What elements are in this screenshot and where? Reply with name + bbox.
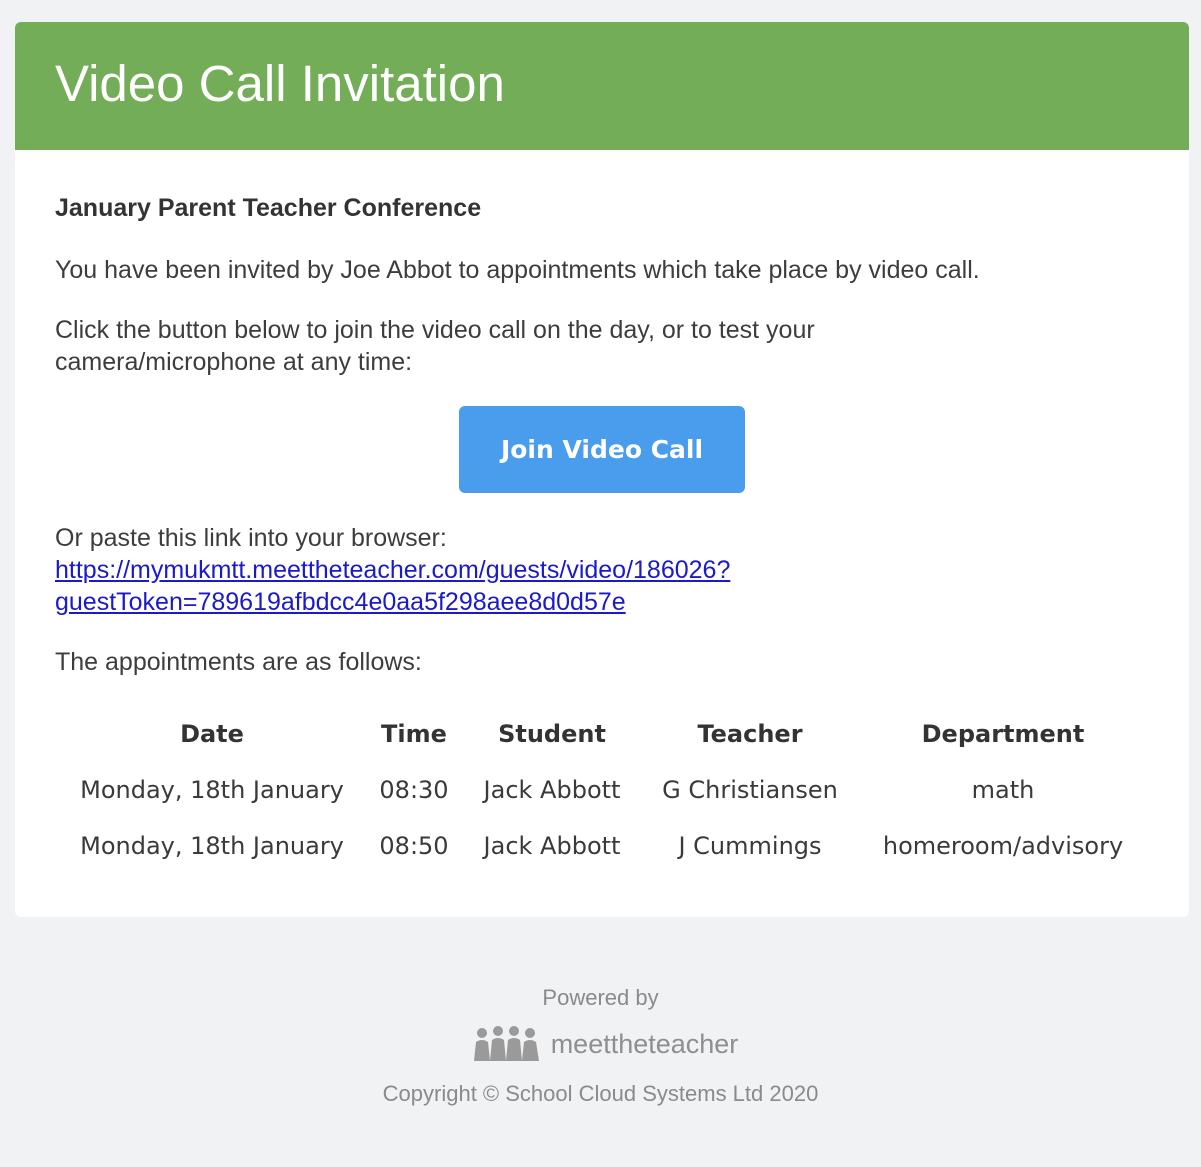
join-video-call-button[interactable]: Join Video Call: [459, 406, 745, 493]
cell-department: math: [971, 776, 1035, 804]
cell-teacher: J Cummings: [678, 832, 822, 860]
header-teacher: Teacher: [697, 720, 803, 748]
header-banner: Video Call Invitation: [15, 22, 1189, 150]
people-group-icon: [473, 1026, 539, 1061]
powered-by-text: Powered by: [542, 985, 659, 1010]
invitation-card: Video Call Invitation January Parent Tea…: [15, 22, 1189, 917]
cell-student: Jack Abbott: [483, 832, 621, 860]
invite-text: You have been invited by Joe Abbot to ap…: [55, 256, 980, 284]
appointments-intro: The appointments are as follows:: [55, 648, 422, 676]
event-title: January Parent Teacher Conference: [55, 194, 482, 222]
copyright-text: Copyright © School Cloud Systems Ltd 202…: [382, 1081, 819, 1106]
cell-date: Monday, 18th January: [80, 776, 344, 804]
video-call-link-line1[interactable]: https://mymukmtt.meettheteacher.com/gues…: [55, 554, 855, 586]
header-department: Department: [921, 720, 1085, 748]
header-date: Date: [180, 720, 244, 748]
cell-student: Jack Abbott: [483, 776, 621, 804]
table-row: Monday, 18th January 08:50 Jack Abbott J…: [63, 818, 1143, 874]
header-time: Time: [381, 720, 447, 748]
instruction-text: Click the button below to join the video…: [55, 316, 815, 376]
cell-time: 08:50: [379, 832, 449, 860]
cell-time: 08:30: [379, 776, 449, 804]
cell-teacher: G Christiansen: [662, 776, 838, 804]
footer: Powered by meettheteacher Copyright © Sc…: [0, 917, 1201, 1167]
table-row: Monday, 18th January 08:30 Jack Abbott G…: [63, 762, 1143, 818]
brand-name: meettheteacher: [550, 1028, 739, 1059]
table-header-row: Date Time Student Teacher Department: [63, 706, 1143, 762]
video-call-link[interactable]: https://mymukmtt.meettheteacher.com/gues…: [55, 554, 855, 618]
paste-link-text: Or paste this link into your browser:: [55, 524, 447, 552]
page-title: Video Call Invitation: [55, 54, 505, 112]
cell-department: homeroom/advisory: [882, 832, 1124, 860]
appointments-table: Date Time Student Teacher Department Mon…: [63, 706, 1143, 874]
brand-logo: meettheteacher: [0, 1025, 1201, 1063]
email-page: Video Call Invitation January Parent Tea…: [0, 0, 1201, 1167]
cell-date: Monday, 18th January: [80, 832, 344, 860]
header-student: Student: [498, 720, 606, 748]
video-call-link-line2[interactable]: guestToken=789619afbdcc4e0aa5f298aee8d0d…: [55, 586, 855, 618]
